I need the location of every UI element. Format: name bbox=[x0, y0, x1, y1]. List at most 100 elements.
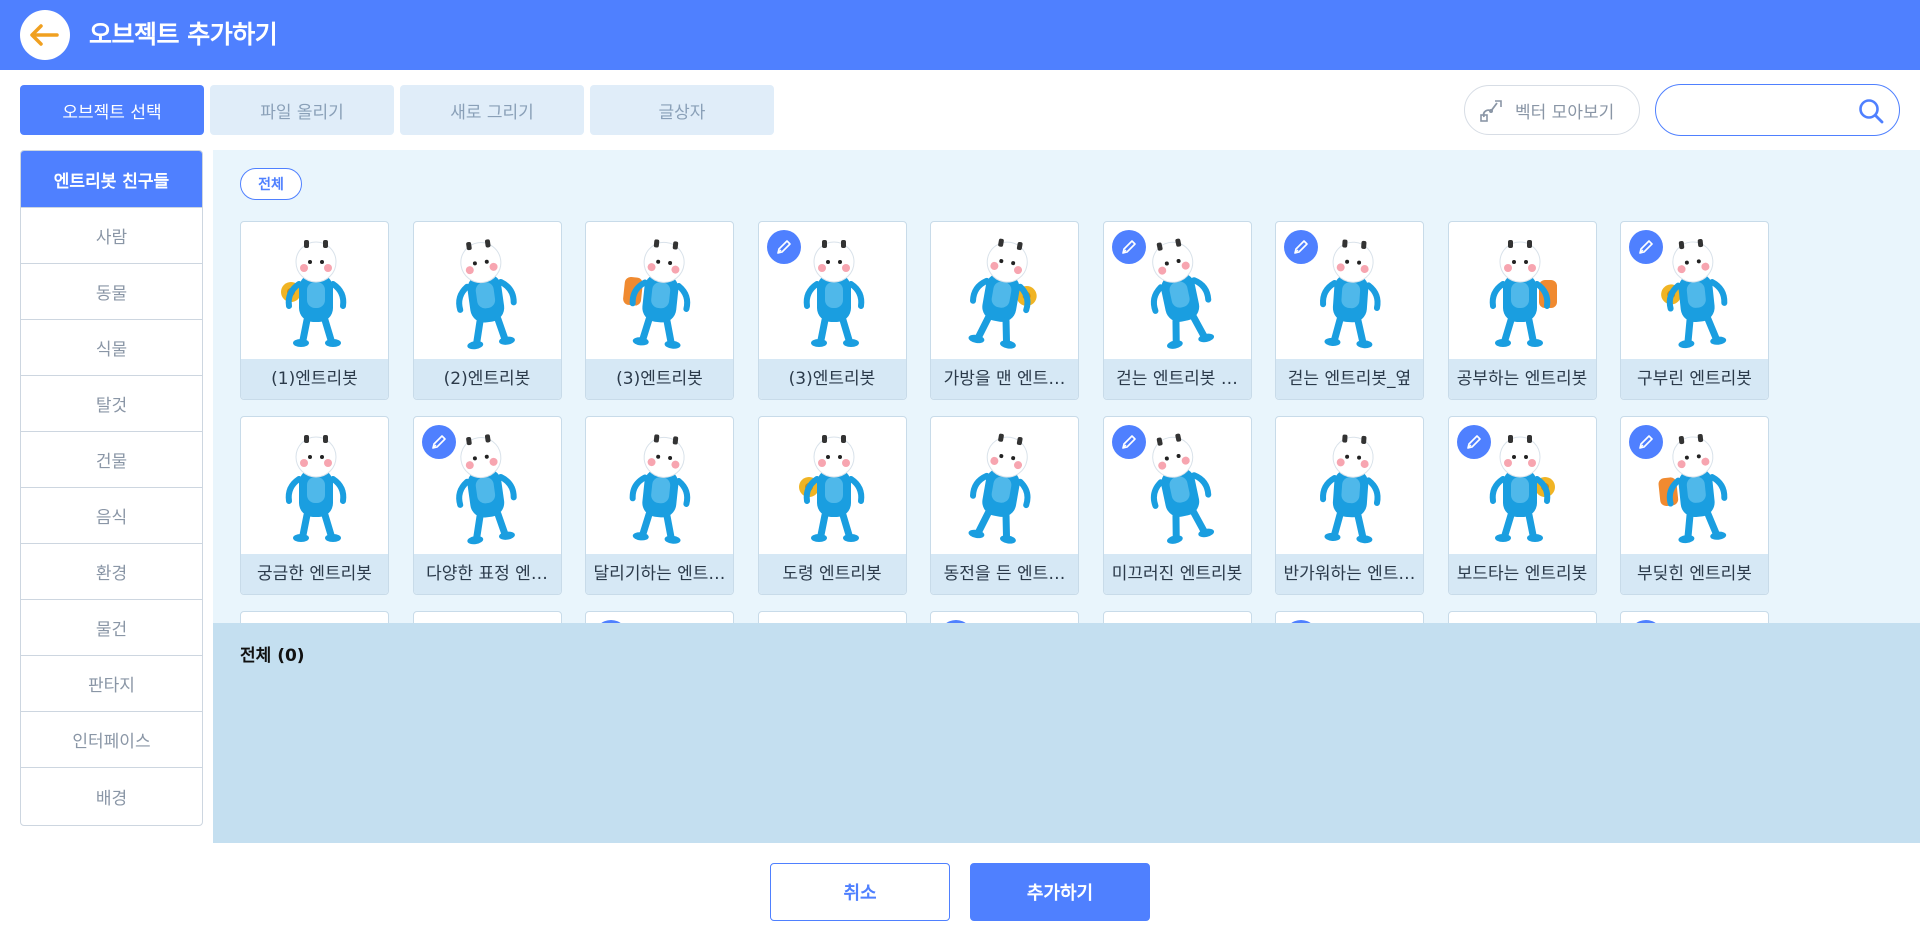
vector-view-button[interactable]: 벡터 모아보기 bbox=[1464, 85, 1640, 135]
pen-icon bbox=[1284, 230, 1318, 264]
object-card-label: 보드타는 엔트리봇 bbox=[1448, 554, 1596, 594]
search-box bbox=[1655, 84, 1900, 136]
cancel-button[interactable]: 취소 bbox=[770, 863, 950, 921]
arrow-left-icon bbox=[30, 24, 59, 46]
sidebar-item-background[interactable]: 배경 bbox=[21, 768, 202, 824]
object-card[interactable] bbox=[1447, 611, 1597, 623]
sidebar-item-people[interactable]: 사람 bbox=[21, 208, 202, 264]
entrybot-thumbnail bbox=[759, 612, 906, 623]
object-card[interactable] bbox=[240, 611, 389, 623]
object-card-label: (1)엔트리봇 bbox=[241, 359, 388, 399]
entrybot-thumbnail bbox=[241, 222, 388, 359]
pen-icon bbox=[1111, 425, 1146, 459]
sidebar-item-buildings[interactable]: 건물 bbox=[21, 432, 202, 488]
entrybot-thumbnail bbox=[759, 417, 906, 554]
entrybot-thumbnail bbox=[1449, 222, 1596, 359]
object-card[interactable]: 가방을 맨 엔트… bbox=[930, 221, 1079, 400]
category-sidebar: 엔트리봇 친구들 사람 동물 식물 탈것 건물 음식 환경 물건 판타지 인터페… bbox=[20, 150, 203, 826]
object-card-label: 구부린 엔트리봇 bbox=[1621, 359, 1768, 399]
tab-object-select[interactable]: 오브젝트 선택 bbox=[20, 85, 204, 135]
object-card[interactable]: 반가워하는 엔트… bbox=[1275, 416, 1424, 595]
object-card-label: 달리기하는 엔트… bbox=[586, 554, 733, 594]
object-card-label: 다양한 표정 엔… bbox=[413, 554, 561, 594]
entrybot-thumbnail bbox=[586, 417, 733, 554]
selected-count-title: 전체 (0) bbox=[240, 646, 305, 666]
object-card-label: 미끄러진 엔트리봇 bbox=[1103, 554, 1251, 594]
object-card[interactable]: (1)엔트리봇 bbox=[240, 221, 389, 400]
sidebar-item-food[interactable]: 음식 bbox=[21, 488, 202, 544]
object-card[interactable]: (3)엔트리봇 bbox=[757, 221, 907, 400]
object-card[interactable]: 걷는 엔트리봇_옆 bbox=[1275, 221, 1424, 400]
sidebar-item-interface[interactable]: 인터페이스 bbox=[21, 712, 202, 768]
object-card-label: 걷는 엔트리봇_옆 bbox=[1276, 359, 1423, 399]
tab-file-upload[interactable]: 파일 올리기 bbox=[210, 85, 394, 135]
sidebar-item-environment[interactable]: 환경 bbox=[21, 544, 202, 600]
sidebar-item-things[interactable]: 물건 bbox=[21, 600, 202, 656]
object-card-label: (3)엔트리봇 bbox=[586, 359, 733, 399]
entrybot-thumbnail bbox=[1276, 417, 1423, 554]
search-icon[interactable] bbox=[1857, 97, 1885, 125]
object-card-label: 궁금한 엔트리봇 bbox=[241, 554, 388, 594]
sidebar-item-fantasy[interactable]: 판타지 bbox=[21, 656, 202, 712]
entrybot-thumbnail bbox=[586, 222, 733, 359]
object-card-label: 동전을 든 엔트… bbox=[931, 554, 1078, 594]
vector-view-label: 벡터 모아보기 bbox=[1515, 102, 1615, 123]
tab-text-box[interactable]: 글상자 bbox=[590, 85, 774, 135]
selected-objects-tray: 전체 (0) bbox=[213, 623, 1920, 843]
object-card[interactable]: 달리기하는 엔트… bbox=[585, 416, 734, 595]
pen-icon bbox=[1629, 425, 1663, 459]
pen-icon bbox=[766, 230, 801, 264]
entrybot-thumbnail bbox=[1449, 612, 1596, 623]
sidebar-item-animals[interactable]: 동물 bbox=[21, 264, 202, 320]
pen-icon bbox=[1456, 425, 1491, 459]
object-card-label: 가방을 맨 엔트… bbox=[931, 359, 1078, 399]
object-card[interactable]: 걷는 엔트리봇 … bbox=[1102, 221, 1252, 400]
object-card[interactable] bbox=[412, 611, 562, 623]
entrybot-thumbnail bbox=[931, 222, 1078, 359]
object-card[interactable]: (2)엔트리봇 bbox=[412, 221, 562, 400]
header-bar: 오브젝트 추가하기 bbox=[0, 0, 1920, 70]
object-card[interactable]: 공부하는 엔트리봇 bbox=[1447, 221, 1597, 400]
add-button[interactable]: 추가하기 bbox=[970, 863, 1150, 921]
object-card-label: 걷는 엔트리봇 … bbox=[1103, 359, 1251, 399]
pen-icon bbox=[1111, 230, 1146, 264]
tab-new-drawing[interactable]: 새로 그리기 bbox=[400, 85, 584, 135]
entrybot-thumbnail bbox=[241, 612, 388, 623]
object-card[interactable]: 부딪힌 엔트리봇 bbox=[1620, 416, 1769, 595]
object-card-label: 도령 엔트리봇 bbox=[758, 554, 906, 594]
filter-all-chip[interactable]: 전체 bbox=[240, 168, 302, 200]
object-card[interactable] bbox=[1102, 611, 1252, 623]
pen-icon bbox=[421, 425, 456, 459]
sidebar-item-vehicles[interactable]: 탈것 bbox=[21, 376, 202, 432]
object-card[interactable] bbox=[930, 611, 1079, 623]
object-card[interactable]: 구부린 엔트리봇 bbox=[1620, 221, 1769, 400]
object-card[interactable] bbox=[1620, 611, 1769, 623]
object-list-panel[interactable]: 전체 (1)엔트리봇 (2)엔트리봇 (3)엔트리봇 (3)엔트리봇 가방을 맨… bbox=[213, 150, 1920, 623]
sidebar-item-plants[interactable]: 식물 bbox=[21, 320, 202, 376]
object-card[interactable]: 동전을 든 엔트… bbox=[930, 416, 1079, 595]
object-card[interactable]: 미끄러진 엔트리봇 bbox=[1102, 416, 1252, 595]
pen-icon bbox=[1629, 230, 1663, 264]
object-card-label: 부딪힌 엔트리봇 bbox=[1621, 554, 1768, 594]
sidebar-item-entrybot-friends[interactable]: 엔트리봇 친구들 bbox=[21, 151, 202, 208]
object-card[interactable]: 도령 엔트리봇 bbox=[757, 416, 907, 595]
object-card[interactable]: 다양한 표정 엔… bbox=[412, 416, 562, 595]
entrybot-thumbnail bbox=[1104, 612, 1251, 623]
object-card-label: (3)엔트리봇 bbox=[758, 359, 906, 399]
object-card[interactable]: 보드타는 엔트리봇 bbox=[1447, 416, 1597, 595]
object-card[interactable] bbox=[1275, 611, 1424, 623]
object-card[interactable]: (3)엔트리봇 bbox=[585, 221, 734, 400]
object-card-label: (2)엔트리봇 bbox=[413, 359, 561, 399]
entrybot-thumbnail bbox=[241, 417, 388, 554]
page-title: 오브젝트 추가하기 bbox=[89, 20, 278, 49]
object-card-label: 공부하는 엔트리봇 bbox=[1448, 359, 1596, 399]
entrybot-thumbnail bbox=[931, 417, 1078, 554]
object-card-label: 반가워하는 엔트… bbox=[1276, 554, 1423, 594]
search-input[interactable] bbox=[1674, 95, 1844, 125]
object-card[interactable] bbox=[757, 611, 907, 623]
back-button[interactable] bbox=[20, 10, 70, 60]
entrybot-thumbnail bbox=[414, 222, 561, 359]
object-card[interactable]: 궁금한 엔트리봇 bbox=[240, 416, 389, 595]
object-card[interactable] bbox=[585, 611, 734, 623]
entrybot-thumbnail bbox=[414, 612, 561, 623]
